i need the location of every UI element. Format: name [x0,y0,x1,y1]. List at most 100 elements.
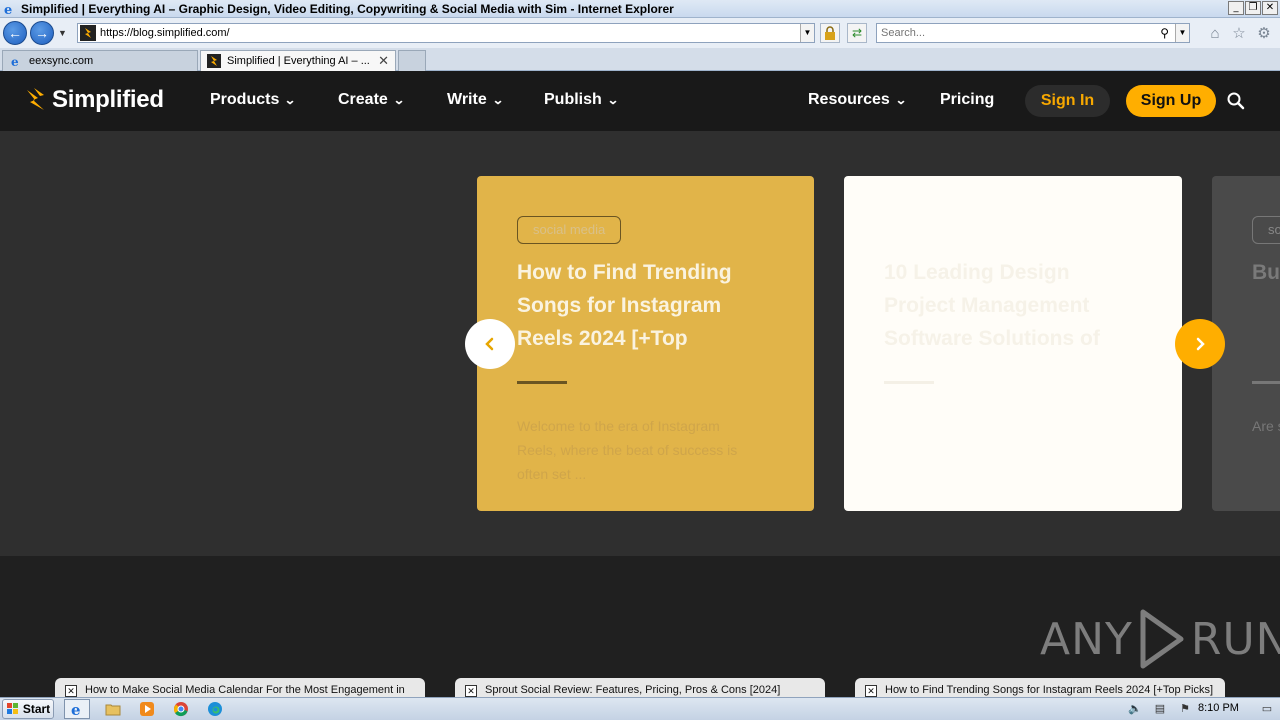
taskbar-chrome-button[interactable] [168,699,194,719]
site-header: Simplified Products ⌄ Create ⌄ Write ⌄ P… [0,71,1280,131]
svg-text:e: e [71,701,81,717]
simplified-favicon-icon [207,54,221,68]
checkbox-icon[interactable]: ✕ [65,685,77,697]
svg-text:e: e [4,3,12,16]
back-arrow-icon: ← [8,25,22,41]
blog-carousel: social media How to Find Trending Songs … [0,131,1280,556]
ie-logo-icon: e [3,2,17,16]
chevron-down-icon: ⌄ [894,93,907,107]
search-input[interactable] [881,27,1151,39]
nav-create[interactable]: Create ⌄ [338,91,405,109]
nav-resources[interactable]: Resources ⌄ [808,91,907,109]
taskbar-edge-button[interactable] [202,699,228,719]
taskbar-clock[interactable]: 8:10 PM [1198,702,1239,714]
taskbar-ie-button[interactable]: e [64,699,90,719]
carousel-next-button[interactable] [1175,319,1225,369]
carousel-card[interactable]: social media How to Find Trending Songs … [477,176,814,511]
nav-write[interactable]: Write ⌄ [447,91,504,109]
svg-text:e: e [11,55,19,68]
tab-label: eexsync.com [29,55,94,67]
chevron-down-icon: ⌄ [606,93,619,107]
action-center-flag-icon[interactable]: ⚑ [1178,702,1192,716]
close-tab-icon[interactable]: ✕ [378,53,389,69]
taskbar-explorer-button[interactable] [100,699,126,719]
nav-resources-label: Resources [808,91,890,108]
favorites-star-icon[interactable]: ☆ [1230,25,1248,43]
home-icon[interactable]: ⌂ [1206,25,1224,43]
media-player-icon [140,702,154,716]
lock-icon [825,26,835,40]
site-favicon-icon [80,25,96,41]
refresh-icon: ⇄ [851,26,863,40]
card-title[interactable]: Bu So Th [1252,256,1280,289]
category-tag[interactable]: social media [517,216,622,244]
related-post-title[interactable]: Sprout Social Review: Features, Pricing,… [485,684,780,696]
back-button[interactable]: ← [3,21,27,45]
site-search-icon[interactable] [1226,91,1246,111]
address-field[interactable]: https://blog.simplified.com/ ▼ [77,23,815,43]
folder-icon [105,704,121,716]
start-label: Start [22,702,51,716]
chevron-down-icon: ⌄ [491,93,504,107]
title-divider [1252,381,1280,384]
search-field[interactable]: ⚲ ▼ [876,23,1190,43]
title-divider [884,381,934,384]
nav-products-label: Products [210,91,280,108]
simplified-logo-icon [27,88,44,110]
brand-name: Simplified [52,86,164,113]
show-desktop-icon[interactable]: ▭ [1260,702,1274,716]
related-post-card[interactable]: ✕ How to Make Social Media Calendar For … [55,678,425,698]
tab-eexsync[interactable]: e eexsync.com [2,50,198,71]
nav-publish-label: Publish [544,91,602,108]
minimize-button[interactable]: _ [1228,1,1244,15]
category-tag[interactable]: so [1252,216,1280,244]
start-button[interactable]: Start [2,699,54,719]
sign-up-button[interactable]: Sign Up [1126,85,1216,117]
window-titlebar: e Simplified | Everything AI – Graphic D… [0,0,1280,18]
refresh-button[interactable]: ⇄ [847,23,867,43]
nav-pricing-label: Pricing [940,91,995,108]
volume-icon[interactable]: 🔈 [1128,702,1142,716]
windows-taskbar: Start e 🔈 ▤ ⚑ 8:10 PM ▭ [0,697,1280,720]
watermark-text-right: RUN [1190,613,1280,665]
settings-gear-icon[interactable]: ⚙ [1255,25,1273,43]
search-icon[interactable]: ⚲ [1160,26,1169,40]
checkbox-icon[interactable]: ✕ [865,685,877,697]
related-post-card[interactable]: ✕ Sprout Social Review: Features, Pricin… [455,678,825,698]
close-button[interactable]: ✕ [1262,1,1278,15]
network-icon[interactable]: ▤ [1153,702,1167,716]
history-dropdown-icon[interactable]: ▼ [58,28,67,38]
card-title[interactable]: How to Find Trending Songs for Instagram… [517,256,777,355]
checkbox-icon[interactable]: ✕ [465,685,477,697]
search-dropdown-icon[interactable]: ▼ [1175,24,1189,42]
chevron-down-icon: ⌄ [284,93,297,107]
sign-in-button[interactable]: Sign In [1025,85,1110,117]
card-excerpt: Are soci sugg [1252,418,1280,434]
footer-section: ANY RUN ✕ How to Make Social Media Calen… [0,556,1280,698]
tab-label: Simplified | Everything AI – ... [227,55,370,67]
address-toolbar: ← → ▼ https://blog.simplified.com/ ▼ ⇄ ⚲… [0,18,1280,48]
chevron-left-icon [485,337,494,351]
card-excerpt: Welcome to the era of Instagram Reels, w… [517,418,738,482]
ie-page-icon: e [9,54,23,68]
nav-pricing[interactable]: Pricing [940,91,994,109]
tab-simplified[interactable]: Simplified | Everything AI – ... ✕ [200,50,396,71]
related-post-card[interactable]: ✕ How to Find Trending Songs for Instagr… [855,678,1225,698]
nav-publish[interactable]: Publish ⌄ [544,91,619,109]
carousel-prev-button[interactable] [465,319,515,369]
new-tab-button[interactable] [398,50,426,71]
security-lock-button[interactable] [820,23,840,43]
chevron-down-icon: ⌄ [392,93,405,107]
taskbar-media-button[interactable] [134,699,160,719]
forward-button[interactable]: → [30,21,54,45]
related-post-title[interactable]: How to Make Social Media Calendar For th… [85,684,405,696]
restore-button[interactable]: ❐ [1245,1,1261,15]
nav-products[interactable]: Products ⌄ [210,91,297,109]
carousel-card[interactable]: 10 Leading Design Project Management Sof… [844,176,1182,511]
simplified-logo[interactable]: Simplified [24,86,164,114]
related-post-title[interactable]: How to Find Trending Songs for Instagram… [885,684,1213,696]
url-text[interactable]: https://blog.simplified.com/ [100,27,230,39]
address-dropdown-icon[interactable]: ▼ [800,24,814,42]
card-title[interactable]: 10 Leading Design Project Management Sof… [884,256,1144,355]
window-title: Simplified | Everything AI – Graphic Des… [21,1,674,16]
